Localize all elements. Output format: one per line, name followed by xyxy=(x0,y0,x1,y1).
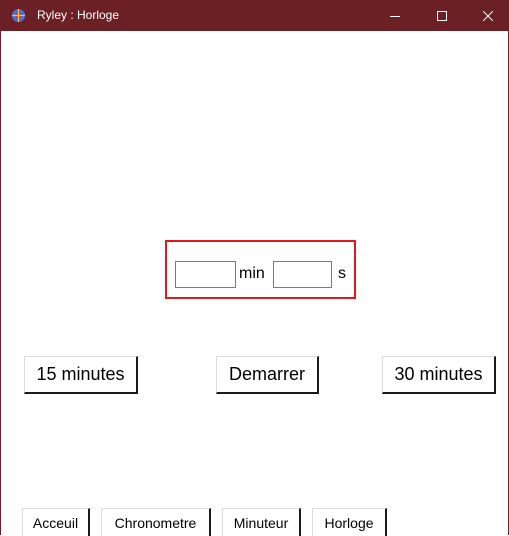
nav-minuteur-button[interactable]: Minuteur xyxy=(222,508,301,536)
start-button[interactable]: Demarrer xyxy=(216,356,319,394)
close-icon xyxy=(483,10,493,21)
title-bar[interactable]: Ryley : Horloge xyxy=(1,0,509,31)
maximize-button[interactable] xyxy=(419,0,465,31)
seconds-unit-label: s xyxy=(338,265,346,282)
app-logo-icon xyxy=(11,8,26,23)
minutes-unit-label: min xyxy=(239,265,265,282)
maximize-icon xyxy=(437,10,447,21)
app-window: Ryley : Horloge min s 15 minutes Demarre… xyxy=(0,0,509,536)
nav-chronometre-button[interactable]: Chronometre xyxy=(101,508,211,536)
window-title: Ryley : Horloge xyxy=(37,8,120,22)
timer-input-group: min s xyxy=(165,240,356,299)
seconds-input[interactable] xyxy=(273,261,332,288)
close-button[interactable] xyxy=(465,0,509,31)
nav-accueil-button[interactable]: Acceuil xyxy=(22,508,90,536)
preset-30-minutes-button[interactable]: 30 minutes xyxy=(382,356,496,394)
minimize-button[interactable] xyxy=(372,0,418,31)
nav-horloge-button[interactable]: Horloge xyxy=(312,508,387,536)
preset-15-minutes-button[interactable]: 15 minutes xyxy=(24,356,138,394)
minutes-input[interactable] xyxy=(175,261,236,288)
minimize-icon xyxy=(390,11,400,21)
